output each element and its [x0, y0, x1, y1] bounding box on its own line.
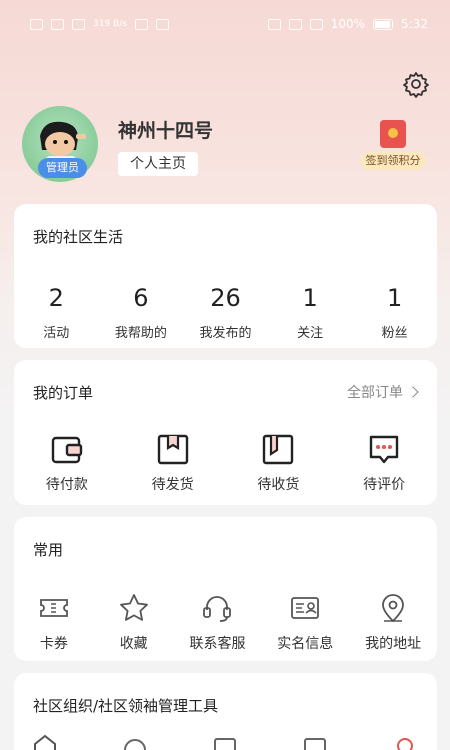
- orders-grid: 待付款 待发货 待收货 待评价: [14, 432, 437, 494]
- stat-value: 1: [387, 284, 403, 312]
- mail-icon: [155, 18, 169, 30]
- wallet-icon: [50, 432, 84, 466]
- stat-following[interactable]: 1 关注: [268, 284, 353, 341]
- admin-badge: 管理员: [38, 158, 87, 178]
- stat-value: 26: [210, 284, 241, 312]
- profile-header: 管理员 神州十四号 个人主页 签到领积分: [22, 104, 432, 184]
- common-label: 联系客服: [189, 636, 246, 652]
- chevron-right-icon: [407, 386, 419, 398]
- common-label: 实名信息: [277, 636, 334, 652]
- stat-label: 粉丝: [381, 326, 408, 341]
- common-label: 收藏: [119, 636, 148, 652]
- sim-icon: [30, 18, 43, 30]
- orders-card: 我的订单 全部订单 待付款 待发货 待收货 待评价: [14, 360, 437, 505]
- order-pending-shipment[interactable]: 待发货: [131, 432, 215, 494]
- common-real-name-info[interactable]: 实名信息: [265, 591, 345, 653]
- stat-activities[interactable]: 2 活动: [14, 284, 99, 341]
- common-card: 常用 卡券 收藏 联系客服 实名信息 我的地址: [14, 517, 437, 661]
- common-label: 卡券: [39, 636, 68, 652]
- eye-icon: [267, 18, 281, 30]
- order-label: 待发货: [151, 477, 194, 493]
- checkin-label: 签到领积分: [360, 152, 426, 170]
- common-label: 我的地址: [365, 636, 422, 652]
- comment-icon: [367, 432, 401, 466]
- status-bar: 319 B/s 100% 5:32: [0, 0, 450, 48]
- stat-label: 关注: [297, 326, 324, 341]
- order-label: 待收货: [257, 477, 300, 493]
- orders-title: 我的订单: [33, 384, 94, 402]
- stat-label: 我帮助的: [114, 326, 167, 341]
- signal-icon: [51, 18, 64, 30]
- homepage-button[interactable]: 个人主页: [118, 152, 198, 176]
- battery-icon: [373, 18, 394, 30]
- stat-helped[interactable]: 6 我帮助的: [99, 284, 184, 341]
- mute-icon: [309, 18, 323, 30]
- stat-value: 2: [48, 284, 64, 312]
- nav-message-icon[interactable]: [300, 734, 330, 750]
- wifi-icon: [72, 18, 85, 30]
- order-label: 待付款: [45, 477, 88, 493]
- settings-gear-icon[interactable]: [402, 70, 430, 98]
- status-bar-right: 100% 5:32: [267, 17, 428, 31]
- stat-label: 活动: [43, 326, 70, 341]
- user-nickname: 神州十四号: [118, 120, 214, 142]
- battery-percent: 100%: [330, 17, 366, 31]
- nav-service-icon[interactable]: [210, 734, 240, 750]
- stat-value: 1: [302, 284, 318, 312]
- stat-label: 我发布的: [199, 326, 252, 341]
- community-stats: 2 活动 6 我帮助的 26 我发布的 1 关注 1 粉丝: [14, 284, 437, 341]
- common-my-address[interactable]: 我的地址: [353, 591, 433, 653]
- bottom-nav: [0, 734, 450, 750]
- common-customer-service[interactable]: 联系客服: [177, 591, 257, 653]
- package-icon: [156, 432, 190, 466]
- order-pending-payment[interactable]: 待付款: [25, 432, 109, 494]
- tools-title: 社区组织/社区领袖管理工具: [33, 697, 219, 715]
- red-envelope-icon: [380, 120, 406, 148]
- common-favorites[interactable]: 收藏: [98, 591, 170, 653]
- community-card: 我的社区生活 2 活动 6 我帮助的 26 我发布的 1 关注 1 粉丝: [14, 204, 437, 348]
- status-bar-left: 319 B/s: [30, 18, 169, 30]
- bluetooth-icon: [288, 18, 302, 30]
- stat-published[interactable]: 26 我发布的: [183, 284, 268, 341]
- order-pending-review[interactable]: 待评价: [342, 432, 426, 494]
- order-pending-receipt[interactable]: 待收货: [236, 432, 320, 494]
- nav-home-icon[interactable]: [30, 734, 60, 750]
- nav-profile-icon[interactable]: [390, 734, 420, 750]
- box-receive-icon: [261, 432, 295, 466]
- common-title: 常用: [33, 541, 64, 559]
- nav-discover-icon[interactable]: [120, 734, 150, 750]
- location-pin-icon: [376, 591, 410, 625]
- checkin-button[interactable]: 签到领积分: [360, 120, 426, 170]
- coupon-icon: [37, 591, 71, 625]
- all-orders-link[interactable]: 全部订单: [347, 382, 419, 402]
- common-grid: 卡券 收藏 联系客服 实名信息 我的地址: [14, 591, 437, 653]
- network-speed: 319 B/s: [93, 19, 127, 29]
- headset-icon: [200, 591, 234, 625]
- clock: 5:32: [401, 17, 428, 31]
- community-title: 我的社区生活: [33, 228, 124, 246]
- common-coupons[interactable]: 卡券: [18, 591, 90, 653]
- notification-icon: [134, 18, 148, 30]
- star-icon: [117, 591, 151, 625]
- stat-value: 6: [133, 284, 149, 312]
- order-label: 待评价: [363, 477, 406, 493]
- stat-followers[interactable]: 1 粉丝: [352, 284, 437, 341]
- id-card-icon: [288, 591, 322, 625]
- all-orders-label: 全部订单: [347, 385, 403, 401]
